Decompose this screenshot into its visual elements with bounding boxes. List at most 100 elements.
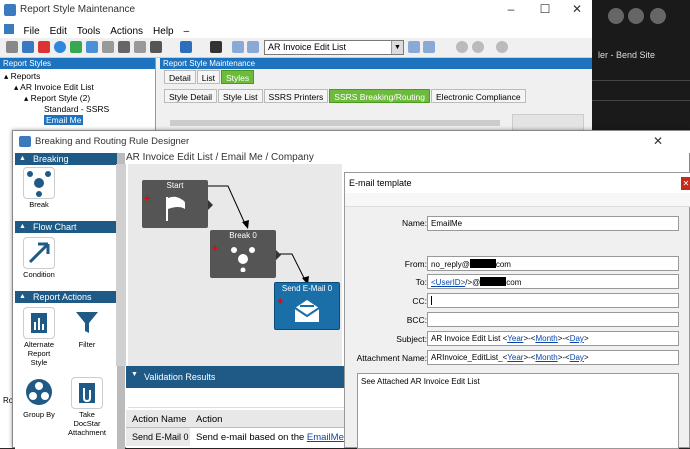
node-label: Break 0 [229, 231, 257, 240]
node-output-arrow[interactable] [208, 200, 213, 210]
close-icon[interactable]: ✕ [681, 177, 690, 190]
break-icon [231, 247, 255, 273]
node-start[interactable]: Start + [142, 180, 208, 228]
back-icon[interactable] [456, 41, 468, 53]
section-flow-chart[interactable]: ▲ Flow Chart [15, 221, 125, 233]
menu-file[interactable]: File [19, 23, 45, 37]
designer-canvas[interactable]: Start + Break 0 + Send E-Mail 0 + [128, 164, 342, 366]
tab-ssrs-printers[interactable]: SSRS Printers [263, 89, 329, 103]
day-token[interactable]: Day [570, 334, 584, 343]
next-record-icon[interactable] [408, 41, 420, 53]
comment-icon[interactable] [54, 41, 66, 53]
node-break[interactable]: Break 0 + [210, 230, 276, 278]
tool-group-by[interactable]: Group By [19, 377, 59, 419]
chat-icon[interactable] [628, 8, 644, 24]
tool-filter[interactable]: Filter [67, 307, 107, 349]
undo-icon[interactable] [180, 41, 192, 53]
bcc-field[interactable] [427, 312, 679, 327]
save-icon[interactable] [22, 41, 34, 53]
close-icon[interactable]: ✕ [643, 134, 673, 148]
prev-record-icon[interactable] [247, 41, 259, 53]
menu-actions[interactable]: Actions [105, 23, 148, 37]
filter-icon [71, 307, 103, 339]
section-breaking[interactable]: ▲ Breaking [15, 153, 125, 165]
bcc-label: BCC: [406, 315, 427, 325]
from-label: From: [404, 259, 427, 269]
table-row[interactable]: Send E-Mail 0 Send e-mail based on the E… [126, 428, 354, 446]
notification-icon[interactable] [608, 8, 624, 24]
tab-ssrs-breaking-routing[interactable]: SSRS Breaking/Routing [329, 89, 431, 103]
binoculars-icon[interactable] [210, 41, 222, 53]
month-token[interactable]: Month [535, 353, 557, 362]
close-icon[interactable]: ✕ [562, 2, 592, 16]
tab-detail[interactable]: Detail [164, 70, 196, 84]
section-report-actions[interactable]: ▲ Report Actions [15, 291, 125, 303]
email-body-field[interactable]: See Attached AR Invoice Edit List [357, 373, 679, 449]
refresh-icon[interactable] [496, 41, 508, 53]
add-icon[interactable]: + [212, 243, 218, 255]
break-icon [23, 167, 55, 199]
validation-results-header[interactable]: ▼ Validation Results [126, 366, 348, 388]
subject-field[interactable]: AR Invoice Edit List <Year>-<Month>-<Day… [427, 331, 679, 346]
chevron-down-icon[interactable]: ▼ [391, 41, 403, 54]
month-token[interactable]: Month [535, 334, 557, 343]
delete-icon[interactable] [38, 41, 50, 53]
record-selector-combo[interactable]: AR Invoice Edit List ▼ [264, 40, 404, 55]
tree-item[interactable]: ▴ Reports [4, 71, 155, 82]
bg-window-title: Report Style Maintenance [20, 4, 136, 15]
year-token[interactable]: Year [507, 353, 523, 362]
tab-list[interactable]: List [196, 70, 220, 84]
node-output-arrow[interactable] [276, 250, 281, 260]
email-template-link[interactable]: EmailMe [307, 432, 344, 443]
tool-alternate-report-style[interactable]: Alternate Report Style [19, 307, 59, 367]
first-record-icon[interactable] [232, 41, 244, 53]
export-icon[interactable] [150, 41, 162, 53]
add-icon[interactable]: + [277, 296, 283, 308]
last-record-icon[interactable] [423, 41, 435, 53]
collapse-icon[interactable]: ▼ [131, 371, 138, 378]
lock-icon[interactable] [118, 41, 130, 53]
attachment-name-field[interactable]: ARInvoice_EditList_<Year>-<Month>-<Day> [427, 350, 679, 365]
new-icon[interactable] [6, 41, 18, 53]
day-token[interactable]: Day [570, 353, 584, 362]
copy-icon[interactable] [86, 41, 98, 53]
cc-field[interactable] [427, 293, 679, 308]
menu-edit[interactable]: Edit [45, 23, 72, 37]
pane-header: Report Styles [0, 58, 155, 69]
column-action-name[interactable]: Action Name [132, 414, 186, 425]
menu-tools[interactable]: Tools [72, 23, 105, 37]
tool-condition[interactable]: Condition [19, 237, 59, 279]
node-send-email[interactable]: Send E-Mail 0 + [274, 282, 340, 330]
from-field[interactable]: no_reply@ com [427, 256, 679, 271]
app-menu-icon[interactable] [4, 24, 14, 34]
help-icon[interactable] [650, 8, 666, 24]
tree-item[interactable]: ▴ Report Style (2) [4, 93, 155, 104]
tool-take-docstar-attachment[interactable]: Take DocStar Attachment [67, 377, 107, 437]
minimize-icon[interactable]: – [496, 2, 526, 16]
maximize-icon[interactable]: ☐ [530, 2, 560, 16]
menu-pin[interactable]: – [179, 23, 195, 37]
name-field[interactable]: EmailMe [427, 216, 679, 231]
tab-style-list[interactable]: Style List [218, 89, 263, 103]
year-token[interactable]: Year [507, 334, 523, 343]
print-icon[interactable] [134, 41, 146, 53]
tab-electronic-compliance[interactable]: Electronic Compliance [431, 89, 526, 103]
tab-styles[interactable]: Styles [220, 70, 255, 84]
tool-break[interactable]: Break [19, 167, 59, 209]
column-action[interactable]: Action [196, 414, 222, 425]
add-icon[interactable]: + [144, 193, 150, 205]
designer-title: Breaking and Routing Rule Designer [35, 136, 190, 147]
userid-token[interactable]: <UserID> [431, 278, 465, 287]
forward-icon[interactable] [472, 41, 484, 53]
tree-item-selected[interactable]: Email Me [4, 115, 155, 126]
menu-help[interactable]: Help [148, 23, 179, 37]
to-field[interactable]: <UserID>/>@ com [427, 274, 679, 289]
tree-item[interactable]: Standard - SSRS [4, 104, 155, 115]
combo-value: AR Invoice Edit List [268, 42, 347, 52]
tree-item[interactable]: ▴ AR Invoice Edit List [4, 82, 155, 93]
eraser-icon[interactable] [102, 41, 114, 53]
tab-style-detail[interactable]: Style Detail [164, 89, 217, 103]
check-icon[interactable] [70, 41, 82, 53]
row-name: Send E-Mail 0 [126, 428, 190, 446]
subject-label: Subject: [396, 334, 427, 344]
